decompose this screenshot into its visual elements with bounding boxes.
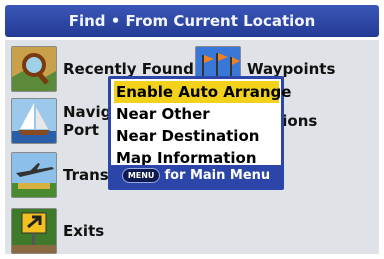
magnifier-map-icon [11,46,57,92]
menu-button-icon: MENU [121,168,161,183]
option-enable-auto-arrange[interactable]: Enable Auto Arrange [114,81,291,103]
screen: Find • From Current Location Recently Fo… [0,0,384,259]
menu-item-exits[interactable]: Exits [11,208,104,254]
options-popup-menu: Enable Auto Arrange Near Other Near Dest… [108,76,291,190]
page-title: Find • From Current Location [5,5,379,37]
main-menu-hint[interactable]: MENU for Main Menu [111,165,281,187]
airplane-icon [11,152,57,198]
option-near-destination[interactable]: Near Destination [114,125,279,147]
main-menu-hint-text: for Main Menu [164,168,271,183]
option-near-other[interactable]: Near Other [114,103,279,125]
exit-sign-icon [11,208,57,254]
item-label: Exits [63,222,105,240]
menu-item-transportation[interactable]: Transp [11,152,119,198]
sailboat-icon [11,98,57,144]
menu-item-navaids-port[interactable]: Naviga Port [11,98,121,144]
